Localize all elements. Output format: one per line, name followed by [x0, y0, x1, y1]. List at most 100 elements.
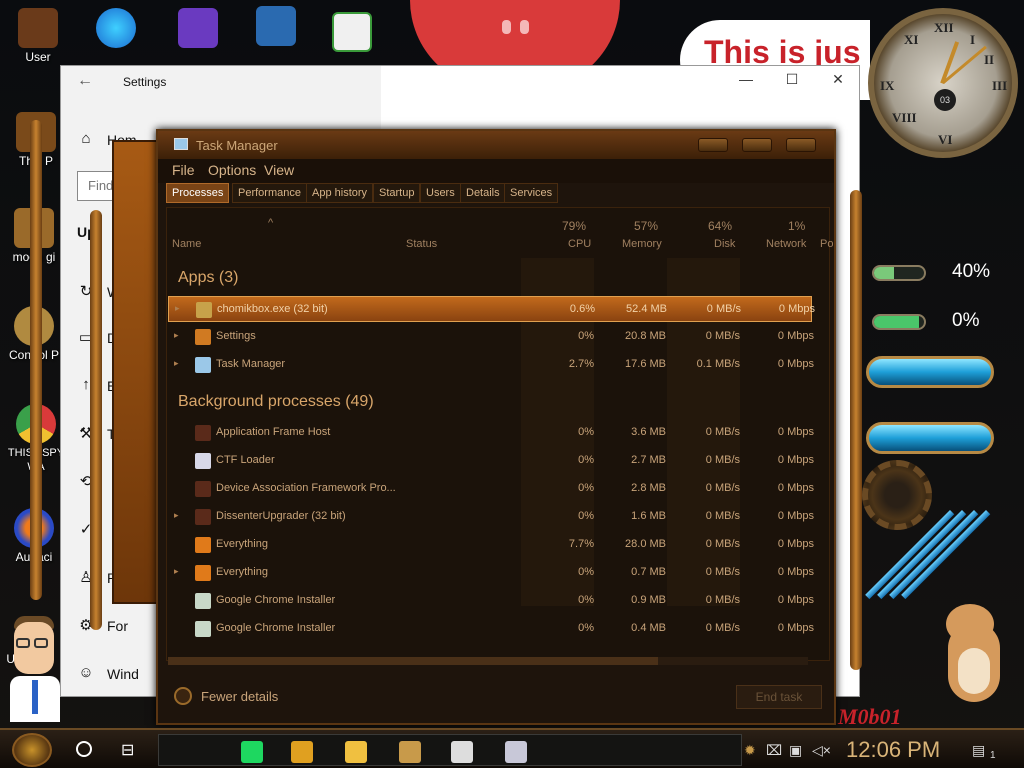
steampunk-clock-widget: XII III VI IX I II VIII XI 03	[868, 8, 1018, 158]
process-row[interactable]: ▸ Task Manager 2.7% 17.6 MB 0.1 MB/s 0 Mbps	[168, 352, 814, 378]
desktop-user-icon[interactable]: User	[8, 8, 68, 64]
taskbar-clock[interactable]: 12:06 PM	[846, 737, 940, 763]
process-mem: 0.4 MB	[631, 622, 666, 634]
taskbar-chomikbox-icon[interactable]	[399, 741, 421, 763]
column-disk[interactable]: Disk	[714, 238, 735, 250]
menu-options[interactable]: Options	[208, 162, 256, 178]
process-net: 0 Mbps	[777, 538, 814, 550]
end-task-button[interactable]: End task	[736, 685, 822, 709]
fewer-details-icon[interactable]	[174, 687, 192, 705]
process-row[interactable]: ▸ Everything 0% 0.7 MB 0 MB/s 0 Mbps	[168, 560, 814, 586]
process-row[interactable]: Device Association Framework Pro... 0% 2.8…	[168, 476, 814, 502]
cpu-gauge-widget: 40%	[866, 260, 1006, 286]
process-disk: 0 MB/s	[705, 454, 740, 466]
process-row[interactable]: CTF Loader 0% 2.7 MB 0 MB/s 0 Mbps	[168, 448, 814, 474]
close-button[interactable]: ✕	[815, 71, 861, 93]
process-mem: 1.6 MB	[631, 510, 666, 522]
tm-title: Task Manager	[196, 138, 278, 153]
column-cpu[interactable]: CPU	[568, 238, 591, 250]
process-row[interactable]: ▸ Settings 0% 20.8 MB 0 MB/s 0 Mbps	[168, 324, 814, 350]
tm-menubar: File Options View	[158, 159, 834, 183]
settings-nav-wind[interactable]: Wind	[107, 666, 139, 682]
back-arrow-icon[interactable]: ←	[77, 72, 93, 90]
fewer-details-link[interactable]: Fewer details	[201, 689, 278, 704]
expand-chevron-icon[interactable]: ▸	[174, 510, 179, 521]
taskbar-spotify-icon[interactable]	[241, 741, 263, 763]
tab-startup[interactable]: Startup	[373, 183, 421, 203]
horizontal-scrollbar[interactable]	[168, 657, 808, 665]
process-row[interactable]: Google Chrome Installer 0% 0.4 MB 0 MB/s 0 M…	[168, 616, 814, 642]
process-row[interactable]: Everything 7.7% 28.0 MB 0 MB/s 0 Mbps	[168, 532, 814, 558]
task-view-icon[interactable]: ⊟	[121, 740, 134, 760]
column-name[interactable]: Name	[172, 238, 201, 250]
expand-chevron-icon[interactable]: ▸	[174, 358, 179, 369]
process-cpu: 7.7%	[568, 538, 594, 550]
process-row[interactable]: ▸ DissenterUpgrader (32 bit) 0% 1.6 MB 0 MB/…	[168, 504, 814, 530]
tab-app-history[interactable]: App history	[306, 183, 374, 203]
taskbar-settings-icon[interactable]	[451, 741, 473, 763]
tray-gear-icon[interactable]: ✹	[744, 742, 756, 759]
taskbar-explorer-icon[interactable]	[345, 741, 367, 763]
tab-services[interactable]: Services	[504, 183, 559, 203]
tab-processes[interactable]: Processes	[166, 183, 230, 203]
notification-icon[interactable]: ▤	[972, 742, 985, 759]
task-manager-window[interactable]: Task Manager File Options View Processes…	[156, 129, 836, 725]
process-net: 0 Mbps	[777, 358, 814, 370]
network-off-icon[interactable]: ⌧	[766, 742, 782, 759]
expand-chevron-icon[interactable]: ▸	[174, 566, 179, 577]
tm-close-button[interactable]	[786, 138, 816, 152]
network-icon[interactable]: ▣	[789, 742, 802, 759]
process-icon	[195, 425, 211, 441]
tm-maximize-button[interactable]	[742, 138, 772, 152]
clock-date: 03	[934, 89, 956, 111]
tm-minimize-button[interactable]	[698, 138, 728, 152]
settings-title: Settings	[123, 75, 167, 89]
disk-percent: 64%	[708, 219, 733, 233]
virtualbox-desktop-icon[interactable]	[246, 6, 306, 48]
pipe-gauge-1	[866, 356, 994, 388]
tab-performance[interactable]: Performance	[232, 183, 307, 203]
insider-icon: ☺	[78, 664, 94, 681]
tab-details[interactable]: Details	[460, 183, 506, 203]
process-row[interactable]: ▸ chomikbox.exe (32 bit) 0.6% 52.4 MB 0 MB/s…	[168, 296, 815, 322]
tab-users[interactable]: Users	[420, 183, 461, 203]
process-net: 0 Mbps	[777, 426, 814, 438]
taskbar-chrome-icon[interactable]	[291, 741, 313, 763]
process-name: Google Chrome Installer	[216, 622, 336, 634]
hxd-desktop-icon[interactable]	[322, 12, 382, 54]
maximize-button[interactable]: ☐	[769, 71, 815, 93]
column-status[interactable]: Status	[406, 238, 437, 250]
taskbar-taskmanager-icon[interactable]	[505, 741, 527, 763]
process-row[interactable]: Application Frame Host 0% 3.6 MB 0 MB/s 0 Mb…	[168, 420, 814, 446]
user-folder-icon	[18, 8, 58, 48]
process-icon	[195, 481, 211, 497]
frame-post-left2	[90, 210, 102, 630]
process-cpu: 0%	[578, 622, 594, 634]
visual-studio-desktop-icon[interactable]	[168, 8, 228, 50]
settings-titlebar[interactable]: ← Settings — ☐ ✕	[61, 66, 859, 98]
process-net: 0 Mbps	[777, 566, 814, 578]
column-network[interactable]: Network	[766, 238, 806, 250]
column-memory[interactable]: Memory	[622, 238, 662, 250]
process-row[interactable]: Google Chrome Installer 0% 0.9 MB 0 MB/s 0 M…	[168, 588, 814, 614]
cortana-icon[interactable]	[76, 741, 92, 757]
menu-file[interactable]: File	[172, 162, 195, 178]
process-icon	[195, 357, 211, 373]
expand-chevron-icon[interactable]: ▸	[175, 303, 180, 314]
edge-desktop-icon[interactable]	[86, 8, 146, 50]
tm-titlebar[interactable]: Task Manager	[158, 131, 834, 159]
minimize-button[interactable]: —	[723, 71, 769, 93]
taskbar-pinned-area	[158, 734, 742, 766]
process-name: Everything	[216, 566, 268, 578]
menu-view[interactable]: View	[264, 162, 294, 178]
start-button[interactable]	[12, 733, 52, 767]
expand-chevron-icon[interactable]: ▸	[174, 330, 179, 341]
memory-percent: 57%	[634, 219, 659, 233]
process-mem: 2.7 MB	[631, 454, 666, 466]
process-disk: 0 MB/s	[705, 482, 740, 494]
settings-nav-for[interactable]: For	[107, 618, 128, 634]
column-power[interactable]: Po	[820, 238, 833, 250]
speaker-muted-icon[interactable]: ◁×	[812, 742, 831, 759]
process-icon	[195, 329, 211, 345]
scroll-thumb[interactable]	[168, 657, 658, 665]
